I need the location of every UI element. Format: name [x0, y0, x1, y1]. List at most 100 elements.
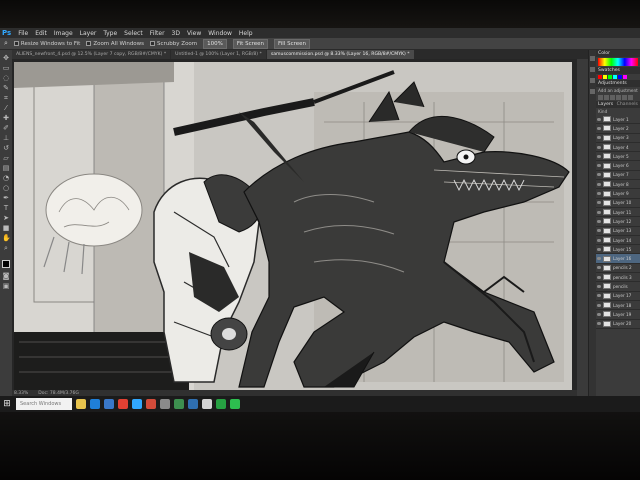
layer-row[interactable]: Layer 1	[596, 115, 640, 125]
gradient-tool-icon[interactable]: ▤	[2, 164, 10, 172]
blur-tool-icon[interactable]: ◔	[2, 174, 10, 182]
eye-icon[interactable]	[597, 182, 601, 186]
move-tool-icon[interactable]: ✥	[2, 54, 10, 62]
screen-mode-icon[interactable]: ▣	[2, 282, 10, 290]
eye-icon[interactable]	[597, 192, 601, 196]
marquee-tool-icon[interactable]: ▭	[2, 64, 10, 72]
eye-icon[interactable]	[597, 154, 601, 158]
menu-file[interactable]: File	[18, 30, 28, 37]
eye-icon[interactable]	[597, 284, 601, 288]
brush-tool-icon[interactable]: ✐	[2, 124, 10, 132]
swatch[interactable]	[598, 75, 602, 79]
artwork-canvas[interactable]	[14, 62, 572, 392]
document-tab-active[interactable]: samuscommission.psd @ 8.33% (Layer 16, R…	[266, 50, 414, 59]
channels-tab-label[interactable]: Channels	[617, 102, 638, 107]
layer-kind-filter[interactable]: Kind	[596, 108, 640, 115]
zoom-all-option[interactable]: Zoom All Windows	[86, 41, 144, 47]
layer-row[interactable]: Layer 10	[596, 199, 640, 208]
layer-row[interactable]: Layer 15	[596, 245, 640, 255]
pen-tool-icon[interactable]: ✒	[2, 194, 10, 202]
layer-row[interactable]: Layer 2	[596, 124, 640, 134]
eye-icon[interactable]	[597, 201, 601, 205]
eye-icon[interactable]	[597, 136, 601, 140]
eye-icon[interactable]	[597, 173, 601, 177]
eye-icon[interactable]	[597, 229, 601, 233]
menu-3d[interactable]: 3D	[172, 30, 180, 37]
type-tool-icon[interactable]: T	[2, 204, 10, 212]
resize-windows-option[interactable]: Resize Windows to Fit	[13, 41, 80, 47]
menu-window[interactable]: Window	[208, 30, 232, 37]
brush-settings-icon[interactable]	[590, 78, 595, 83]
levels-icon[interactable]	[604, 95, 609, 100]
eyedropper-tool-icon[interactable]: ⁄	[2, 104, 10, 112]
character-icon[interactable]	[590, 89, 595, 94]
foreground-color-swatch[interactable]	[2, 260, 10, 268]
resize-windows-checkbox[interactable]	[13, 41, 19, 46]
path-select-tool-icon[interactable]: ➤	[2, 214, 10, 222]
eye-icon[interactable]	[597, 303, 601, 307]
media-app-icon[interactable]	[146, 399, 156, 409]
healing-tool-icon[interactable]: ✚	[2, 114, 10, 122]
eye-icon[interactable]	[597, 145, 601, 149]
shape-tool-icon[interactable]: ■	[2, 224, 10, 232]
layer-row[interactable]: Layer 20	[596, 320, 640, 329]
eye-icon[interactable]	[597, 322, 601, 326]
store-icon[interactable]	[104, 399, 114, 409]
eye-icon[interactable]	[597, 312, 601, 316]
swatch[interactable]	[613, 75, 617, 79]
layer-row[interactable]: pencils	[596, 282, 640, 292]
layer-row[interactable]: Layer 7	[596, 171, 640, 181]
windows-start-button[interactable]: ⊞	[0, 396, 14, 412]
whatsapp-icon[interactable]	[230, 399, 240, 409]
properties-icon[interactable]	[590, 67, 595, 72]
exposure-icon[interactable]	[616, 95, 621, 100]
layer-row[interactable]: Layer 3	[596, 134, 640, 143]
eye-icon[interactable]	[597, 126, 601, 130]
layer-row[interactable]: Layer 8	[596, 180, 640, 190]
eye-icon[interactable]	[597, 275, 601, 279]
color-spectrum[interactable]	[598, 58, 638, 66]
curves-icon[interactable]	[610, 95, 615, 100]
canvas-area[interactable]	[12, 59, 577, 396]
swatch[interactable]	[623, 75, 627, 79]
spotify-icon[interactable]	[216, 399, 226, 409]
swatches-panel-tab[interactable]: Swatches	[596, 67, 640, 74]
crop-tool-icon[interactable]: ⌗	[2, 94, 10, 102]
app-icon[interactable]	[174, 399, 184, 409]
eye-icon[interactable]	[597, 294, 601, 298]
vibrance-icon[interactable]	[622, 95, 627, 100]
history-brush-tool-icon[interactable]: ↺	[2, 144, 10, 152]
eye-icon[interactable]	[597, 266, 601, 270]
layers-tab-label[interactable]: Layers	[598, 102, 613, 107]
layer-row[interactable]: Layer 16	[596, 254, 640, 264]
swatch[interactable]	[618, 75, 622, 79]
quick-select-tool-icon[interactable]: ✎	[2, 84, 10, 92]
layer-row[interactable]: pencils 3	[596, 273, 640, 283]
menu-view[interactable]: View	[187, 30, 201, 37]
layers-panel-tab[interactable]: Layers Channels	[596, 101, 640, 108]
app-icon[interactable]	[188, 399, 198, 409]
eye-icon[interactable]	[597, 210, 601, 214]
eye-icon[interactable]	[597, 117, 601, 121]
taskbar-search[interactable]: Search Windows	[16, 398, 72, 410]
file-explorer-icon[interactable]	[76, 399, 86, 409]
scrubby-zoom-option[interactable]: Scrubby Zoom	[150, 41, 197, 47]
eye-icon[interactable]	[597, 238, 601, 242]
menu-filter[interactable]: Filter	[150, 30, 165, 37]
hue-icon[interactable]	[628, 95, 633, 100]
scrubby-zoom-checkbox[interactable]	[150, 41, 156, 46]
layer-row[interactable]: Layer 17	[596, 292, 640, 301]
brightness-icon[interactable]	[598, 95, 603, 100]
menu-image[interactable]: Image	[54, 30, 73, 37]
zoom-tool-icon[interactable]: ⌕	[2, 244, 10, 252]
layer-row[interactable]: Layer 13	[596, 227, 640, 236]
color-panel-tab[interactable]: Color	[596, 50, 640, 57]
zoom-tool-icon[interactable]: ⌕	[4, 39, 8, 48]
zoom-all-checkbox[interactable]	[86, 41, 92, 46]
eye-icon[interactable]	[597, 164, 601, 168]
fill-screen-button[interactable]: Fill Screen	[274, 38, 311, 49]
layer-row[interactable]: Layer 14	[596, 236, 640, 246]
edge-icon[interactable]	[90, 399, 100, 409]
stamp-tool-icon[interactable]: ⊥	[2, 134, 10, 142]
history-icon[interactable]	[590, 56, 595, 61]
